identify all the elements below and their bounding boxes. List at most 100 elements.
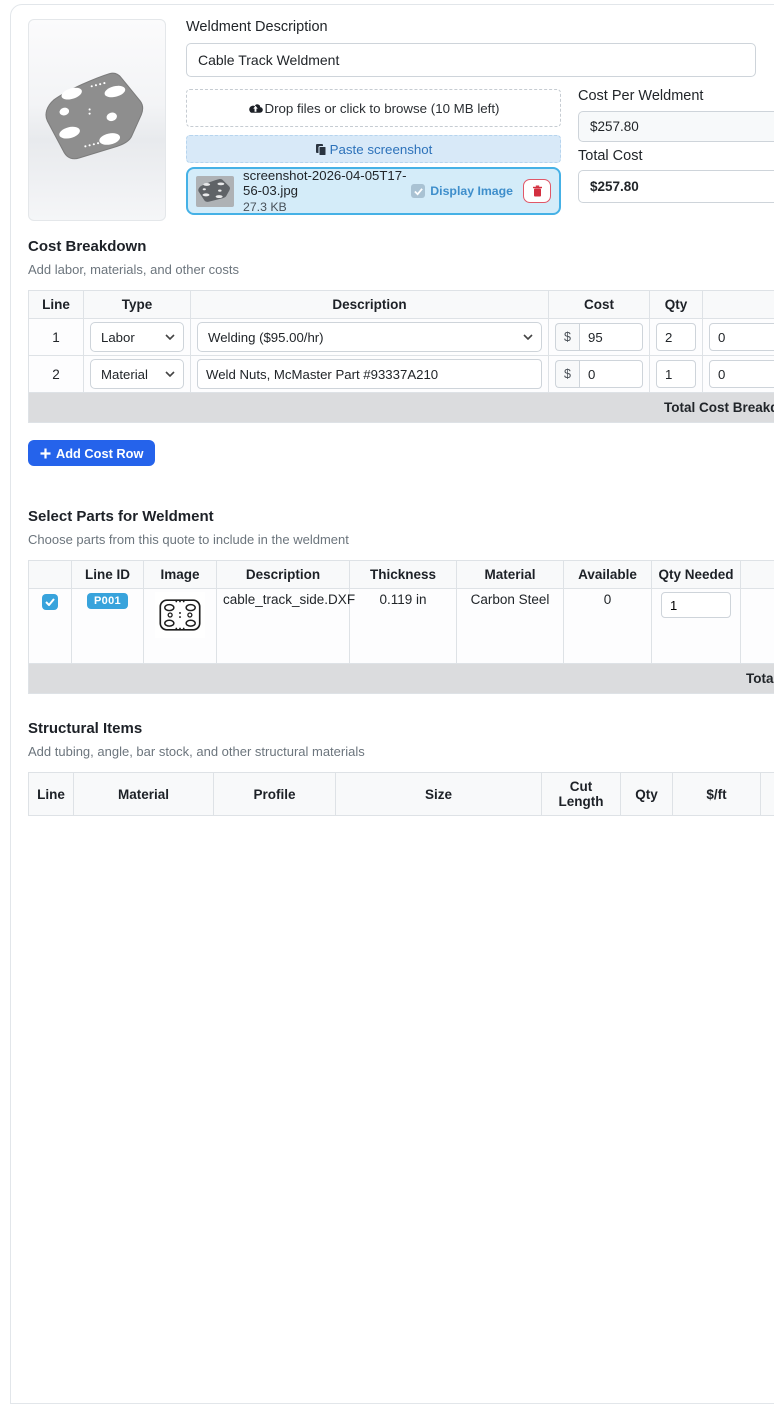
file-meta: screenshot-2026-04-05T17-56-03.jpg 27.3 …	[243, 168, 411, 214]
line-number: 1	[29, 319, 84, 356]
col-cut-length: Cut Length	[542, 773, 621, 816]
file-thumbnail	[196, 176, 234, 207]
parts-table-header-row: Line ID Image Description Thickness Mate…	[29, 561, 774, 589]
cost-breakdown-subtitle: Add labor, materials, and other costs	[28, 262, 774, 277]
part-thickness: 0.119 in	[350, 589, 457, 664]
cost-per-weldment-input[interactable]	[578, 111, 774, 142]
markup-input[interactable]	[709, 323, 774, 351]
col-line-id: Line ID	[72, 561, 144, 589]
type-select[interactable]: Material	[90, 359, 184, 389]
cost-per-weldment-label: Cost Per Weldment	[578, 88, 703, 104]
dropzone-label: Drop files or click to browse (10 MB lef…	[265, 101, 500, 116]
cost-breakdown-section: Cost Breakdown Add labor, materials, and…	[28, 238, 774, 466]
chevron-down-icon	[165, 334, 175, 340]
description-select-value: Welding ($95.00/hr)	[208, 330, 324, 345]
part-qty-needed-input[interactable]	[661, 592, 731, 618]
cost-row: 1 Labor Welding ($95.00/hr) $	[29, 319, 774, 356]
display-image-checkbox[interactable]	[411, 184, 425, 198]
cloud-upload-icon	[248, 102, 263, 114]
trash-icon	[532, 185, 543, 197]
add-cost-row-label: Add Cost Row	[56, 446, 143, 461]
col-size: Size	[336, 773, 542, 816]
qty-input[interactable]	[656, 323, 696, 351]
qty-input[interactable]	[656, 360, 696, 388]
col-markup: Markup	[703, 291, 774, 319]
part-description: cable_track_side.DXF	[217, 589, 350, 664]
cost-table-header-row: Line Type Description Cost Qty Markup	[29, 291, 774, 319]
type-select[interactable]: Labor	[90, 322, 184, 352]
cost-input[interactable]	[579, 323, 643, 351]
col-cost: Cost	[549, 291, 650, 319]
structural-items-subtitle: Add tubing, angle, bar stock, and other …	[28, 744, 774, 759]
col-line: Line	[29, 773, 74, 816]
description-select[interactable]: Welding ($95.00/hr)	[197, 322, 542, 352]
structural-items-title: Structural Items	[28, 720, 774, 737]
file-dropzone[interactable]: Drop files or click to browse (10 MB lef…	[186, 89, 561, 127]
select-parts-title: Select Parts for Weldment	[28, 508, 774, 525]
display-image-label: Display Image	[430, 184, 513, 198]
cost-input[interactable]	[579, 360, 643, 388]
currency-addon: $	[555, 360, 579, 388]
part-available: 0	[564, 589, 652, 664]
uploaded-file-card: screenshot-2026-04-05T17-56-03.jpg 27.3 …	[186, 167, 561, 215]
part-drawing-image	[155, 592, 205, 638]
part-material: Carbon Steel	[457, 589, 564, 664]
col-image: Image	[144, 561, 217, 589]
chevron-down-icon	[165, 371, 175, 377]
total-cost-label: Total Cost	[578, 148, 642, 164]
weldment-header-section: Weldment Description Drop files or click…	[28, 13, 774, 227]
paste-screenshot-button[interactable]: Paste screenshot	[186, 135, 561, 163]
col-line: Line	[29, 291, 84, 319]
col-extra	[761, 773, 774, 816]
part-line-id-badge: P001	[87, 593, 128, 609]
parts-total-row: Total Parts Cost:	[29, 664, 774, 694]
cost-breakdown-title: Cost Breakdown	[28, 238, 774, 255]
select-parts-section: Select Parts for Weldment Choose parts f…	[28, 508, 774, 694]
total-cost-input[interactable]	[578, 170, 774, 203]
check-icon	[45, 598, 55, 606]
cost-total-label: Total Cost Breakdown:	[29, 393, 774, 423]
select-parts-subtitle: Choose parts from this quote to include …	[28, 532, 774, 547]
col-dollar-per-ft: $/ft	[673, 773, 761, 816]
chevron-down-icon	[523, 334, 533, 340]
file-name: screenshot-2026-04-05T17-56-03.jpg	[243, 168, 411, 198]
col-qty: Qty	[650, 291, 703, 319]
col-description: Description	[191, 291, 549, 319]
col-part-description: Description	[217, 561, 350, 589]
col-profile: Profile	[214, 773, 336, 816]
file-size: 27.3 KB	[243, 200, 411, 214]
weldment-description-label: Weldment Description	[186, 19, 328, 35]
weldment-description-input[interactable]	[186, 43, 756, 77]
col-material: Material	[74, 773, 214, 816]
plus-icon	[40, 448, 51, 459]
weldment-panel: Weldment Description Drop files or click…	[10, 4, 774, 1404]
structural-table-header-row: Line Material Profile Size Cut Length Qt…	[29, 773, 774, 816]
parts-table: Line ID Image Description Thickness Mate…	[28, 560, 774, 694]
structural-items-table: Line Material Profile Size Cut Length Qt…	[28, 772, 774, 816]
paste-button-label: Paste screenshot	[330, 142, 433, 157]
col-type: Type	[84, 291, 191, 319]
part-price	[741, 589, 774, 664]
markup-input[interactable]	[709, 360, 774, 388]
parts-total-label: Total Parts Cost:	[29, 664, 774, 694]
structural-items-section: Structural Items Add tubing, angle, bar …	[28, 720, 774, 816]
delete-file-button[interactable]	[523, 179, 551, 203]
part-select-checkbox[interactable]	[42, 594, 58, 610]
col-select	[29, 561, 72, 589]
col-qty-needed: Qty Needed	[652, 561, 741, 589]
description-input[interactable]	[197, 359, 542, 389]
col-qty: Qty	[621, 773, 673, 816]
add-cost-row-button[interactable]: Add Cost Row	[28, 440, 155, 466]
currency-addon: $	[555, 323, 579, 351]
cad-part-image	[39, 62, 155, 178]
part-row: P001	[29, 589, 774, 664]
col-available: Available	[564, 561, 652, 589]
cost-total-row: Total Cost Breakdown:	[29, 393, 774, 423]
type-select-value: Labor	[101, 330, 135, 345]
cost-row: 2 Material $	[29, 356, 774, 393]
check-icon	[414, 187, 423, 196]
paste-icon	[315, 143, 327, 156]
weldment-image-preview	[28, 19, 166, 221]
cost-breakdown-table: Line Type Description Cost Qty Markup 1 …	[28, 290, 774, 423]
type-select-value: Material	[101, 367, 148, 382]
